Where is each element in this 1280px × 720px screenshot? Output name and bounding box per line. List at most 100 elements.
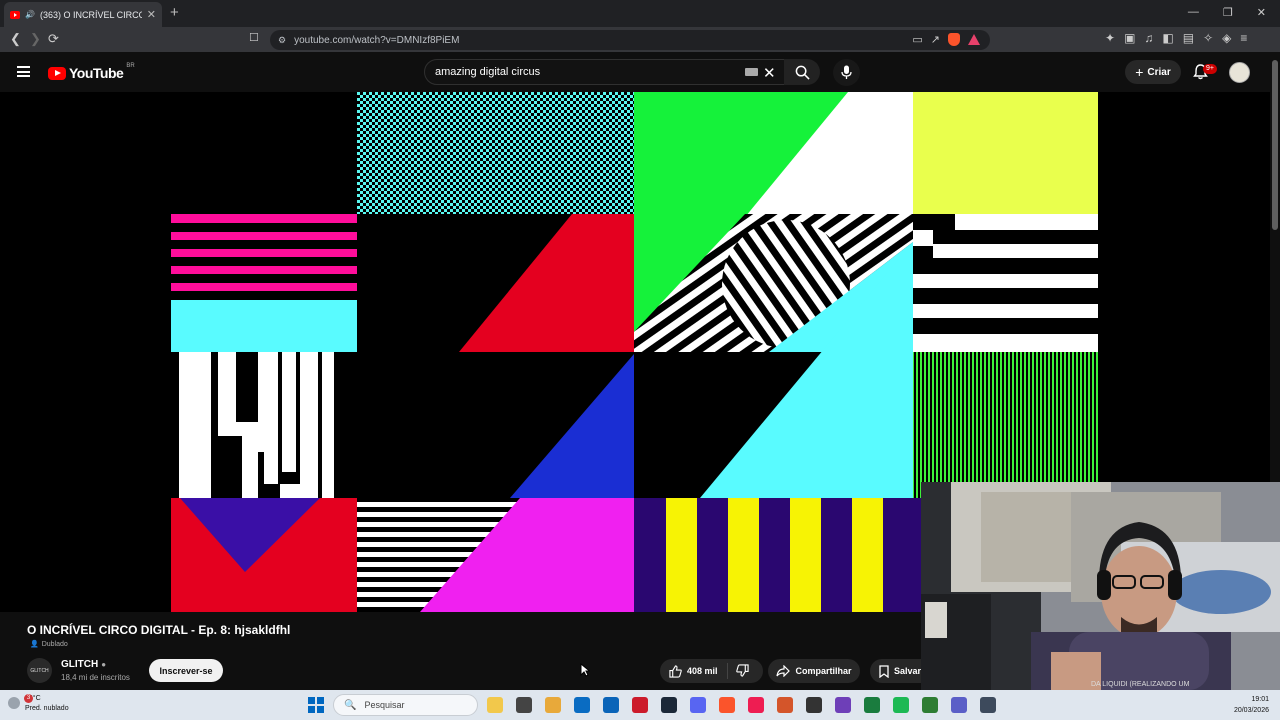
create-button[interactable]: + Criar (1125, 60, 1181, 84)
search-button[interactable] (784, 59, 820, 85)
weather-description: Pred. nublado (25, 705, 69, 712)
like-count: 408 mil (687, 666, 718, 676)
cast-icon[interactable]: ▭ (912, 33, 922, 46)
like-button[interactable]: 408 mil (660, 663, 728, 679)
taskbar-app-icon[interactable] (806, 697, 822, 713)
thumbs-up-icon (669, 664, 682, 678)
subscribe-button[interactable]: Inscrever-se (149, 659, 223, 682)
maximize-button[interactable]: ❐ (1223, 6, 1233, 19)
extension-icons: ✦ ▣ ♫ ◧ ▤ ✧ ◈ ≡ (1105, 31, 1247, 45)
taskbar-app-icon[interactable] (748, 697, 764, 713)
taskbar-app-icon[interactable] (690, 697, 706, 713)
user-avatar[interactable] (1229, 62, 1250, 83)
dubbed-label: Dublado (41, 640, 68, 648)
channel-avatar[interactable]: GLITCH (27, 658, 52, 683)
tab-close-icon[interactable]: ✕ (147, 8, 156, 21)
country-code: BR (126, 63, 135, 69)
reload-icon[interactable]: ⟳ (48, 31, 59, 47)
brave-rewards-icon[interactable] (968, 34, 980, 45)
youtube-play-icon (48, 66, 66, 80)
channel-name[interactable]: GLITCH ● (61, 659, 106, 670)
browser-toolbar: ❮ ❯ ⟳ ☐ ⚙ youtube.com/watch?v=DMNIzf8PiE… (0, 27, 1280, 52)
media-icon[interactable]: ♫ (1144, 31, 1153, 45)
address-bar[interactable]: ⚙ youtube.com/watch?v=DMNIzf8PiEM ▭ ↗ (270, 30, 990, 50)
youtube-favicon-icon (10, 10, 20, 19)
extensions-icon[interactable]: ✦ (1105, 31, 1115, 45)
taskbar-apps (487, 697, 996, 713)
minimize-button[interactable]: — (1188, 6, 1199, 19)
bookmark-icon[interactable]: ☐ (249, 31, 259, 44)
taskbar-search-input[interactable]: 🔍 Pesquisar (333, 694, 478, 716)
channel-name-text: GLITCH (61, 659, 99, 670)
taskbar-app-icon[interactable] (719, 697, 735, 713)
save-label: Salvar (894, 666, 922, 676)
taskbar-app-icon[interactable] (545, 697, 561, 713)
menu-icon[interactable]: ≡ (1240, 31, 1247, 45)
weather-widget[interactable]: 3 26°C Pred. nublado (8, 694, 69, 714)
weather-badge: 3 (24, 694, 33, 703)
taskbar-search-icon: 🔍 (344, 699, 357, 711)
youtube-header: YouTube BR amazing digital circus ✕ + Cr… (0, 52, 1280, 92)
share-icon (776, 665, 791, 677)
taskbar-app-icon[interactable] (516, 697, 532, 713)
clock-date: 20/03/2026 (1233, 707, 1269, 714)
taskbar-app-icon[interactable] (922, 697, 938, 713)
mouse-cursor-icon (580, 663, 590, 677)
notifications-badge: 9+ (1203, 64, 1217, 74)
dislike-button[interactable] (728, 663, 749, 679)
sidebar-icon[interactable]: ◧ (1162, 31, 1173, 45)
taskbar-app-icon[interactable] (487, 697, 503, 713)
leo-ai-icon[interactable]: ✧ (1203, 31, 1213, 45)
taskbar-app-icon[interactable] (603, 697, 619, 713)
vpn-icon[interactable]: ◈ (1222, 31, 1231, 45)
taskbar-app-icon[interactable] (574, 697, 590, 713)
taskbar-app-icon[interactable] (951, 697, 967, 713)
taskbar-app-icon[interactable] (980, 697, 996, 713)
search-query: amazing digital circus (435, 66, 541, 78)
taskbar-app-icon[interactable] (661, 697, 677, 713)
hamburger-menu-icon[interactable] (17, 66, 30, 77)
url-text: youtube.com/watch?v=DMNIzf8PiEM (294, 34, 460, 46)
taskbar-app-icon[interactable] (632, 697, 648, 713)
taskbar-app-icon[interactable] (835, 697, 851, 713)
scrollbar-thumb[interactable] (1272, 60, 1278, 230)
webcam-feed-image (921, 482, 1280, 690)
search-input[interactable]: amazing digital circus (424, 59, 789, 85)
share-button[interactable]: Compartilhar (768, 659, 860, 683)
dubbed-badge: 👤 Dublado (30, 640, 68, 649)
voice-search-button[interactable] (833, 59, 860, 86)
webcam-overlay: DA LIQUIDI (REALIZANDO UM (921, 482, 1280, 690)
clear-search-icon[interactable]: ✕ (763, 64, 776, 82)
wallet-icon[interactable]: ▤ (1183, 31, 1194, 45)
share-page-icon[interactable]: ↗ (931, 33, 940, 46)
bookmark-save-icon (879, 664, 889, 678)
tab-title: (363) O INCRÍVEL CIRCO DIGI (39, 9, 142, 20)
forward-icon[interactable]: ❯ (30, 31, 41, 47)
youtube-logo[interactable]: YouTube BR (48, 63, 135, 81)
logo-text: YouTube (69, 65, 124, 81)
search-icon (795, 65, 810, 80)
plus-icon: + (1135, 64, 1144, 80)
like-dislike-group: 408 mil (660, 659, 763, 683)
new-tab-button[interactable]: + (170, 4, 179, 21)
taskbar-app-icon[interactable] (864, 697, 880, 713)
create-label: Criar (1147, 66, 1171, 78)
microphone-icon (841, 65, 852, 79)
close-window-button[interactable]: ✕ (1257, 6, 1266, 19)
back-icon[interactable]: ❮ (10, 31, 21, 47)
windows-start-icon[interactable] (308, 697, 324, 713)
taskbar-search-placeholder: Pesquisar (364, 700, 405, 710)
brave-shield-icon[interactable] (948, 33, 960, 46)
keyboard-icon[interactable] (745, 68, 758, 76)
speaker-icon: 🔊 (25, 10, 35, 19)
taskbar-app-icon[interactable] (893, 697, 909, 713)
cloud-icon (8, 697, 20, 709)
tab-search-icon[interactable]: ▣ (1124, 31, 1135, 45)
system-clock[interactable]: 19:01 20/03/2026 (1215, 694, 1269, 716)
verified-icon: ● (101, 660, 107, 669)
site-info-icon[interactable]: ⚙ (278, 35, 286, 46)
window-controls: — ❐ ✕ (1188, 6, 1266, 19)
channel-avatar-text: GLITCH (30, 667, 49, 674)
browser-tab[interactable]: 🔊 (363) O INCRÍVEL CIRCO DIGI ✕ (4, 2, 162, 27)
taskbar-app-icon[interactable] (777, 697, 793, 713)
